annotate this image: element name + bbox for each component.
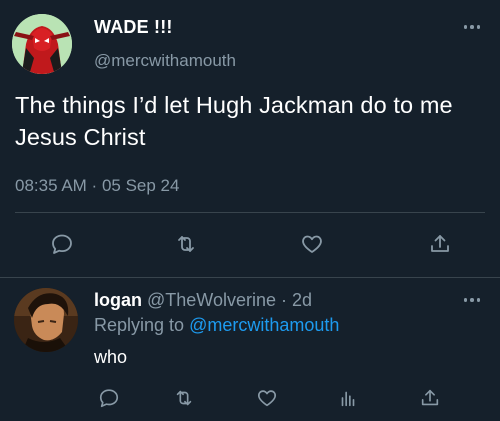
more-options-icon[interactable]: [461, 293, 483, 307]
reply-icon[interactable]: [94, 383, 124, 413]
replying-prefix: Replying to: [94, 315, 190, 335]
avatar[interactable]: [12, 14, 72, 74]
display-name[interactable]: logan: [94, 290, 142, 310]
like-icon[interactable]: [252, 383, 282, 413]
divider: [0, 277, 500, 278]
tweet-timestamp[interactable]: 08:35 AM · 05 Sep 24: [15, 176, 179, 196]
reply-text: who: [94, 347, 128, 367]
avatar-image: [12, 14, 72, 74]
like-icon[interactable]: [297, 229, 327, 259]
retweet-icon[interactable]: [169, 383, 199, 413]
avatar[interactable]: [14, 288, 78, 352]
mention-link[interactable]: @mercwithamouth: [189, 315, 339, 335]
tweet-time: 08:35 AM: [15, 176, 87, 195]
tweet-date: 05 Sep 24: [101, 176, 180, 195]
share-icon[interactable]: [425, 229, 455, 259]
more-options-icon[interactable]: [461, 20, 483, 34]
meta-separator: ·: [276, 290, 293, 310]
reply-header: logan @TheWolverine · 2d: [94, 290, 312, 311]
divider: [15, 212, 485, 213]
replying-to: Replying to @mercwithamouth: [94, 315, 339, 336]
reply-time[interactable]: 2d: [292, 290, 312, 310]
retweet-icon[interactable]: [171, 229, 201, 259]
meta-separator: ·: [86, 176, 102, 195]
user-handle[interactable]: @TheWolverine: [147, 290, 276, 310]
display-name[interactable]: WADE !!!: [94, 17, 173, 38]
analytics-icon[interactable]: [333, 383, 363, 413]
user-handle[interactable]: @mercwithamouth: [94, 51, 236, 71]
tweet-text: The things I’d let Hugh Jackman do to me…: [15, 92, 453, 150]
avatar-image: [14, 288, 78, 352]
share-icon[interactable]: [415, 383, 445, 413]
reply-icon[interactable]: [47, 229, 77, 259]
